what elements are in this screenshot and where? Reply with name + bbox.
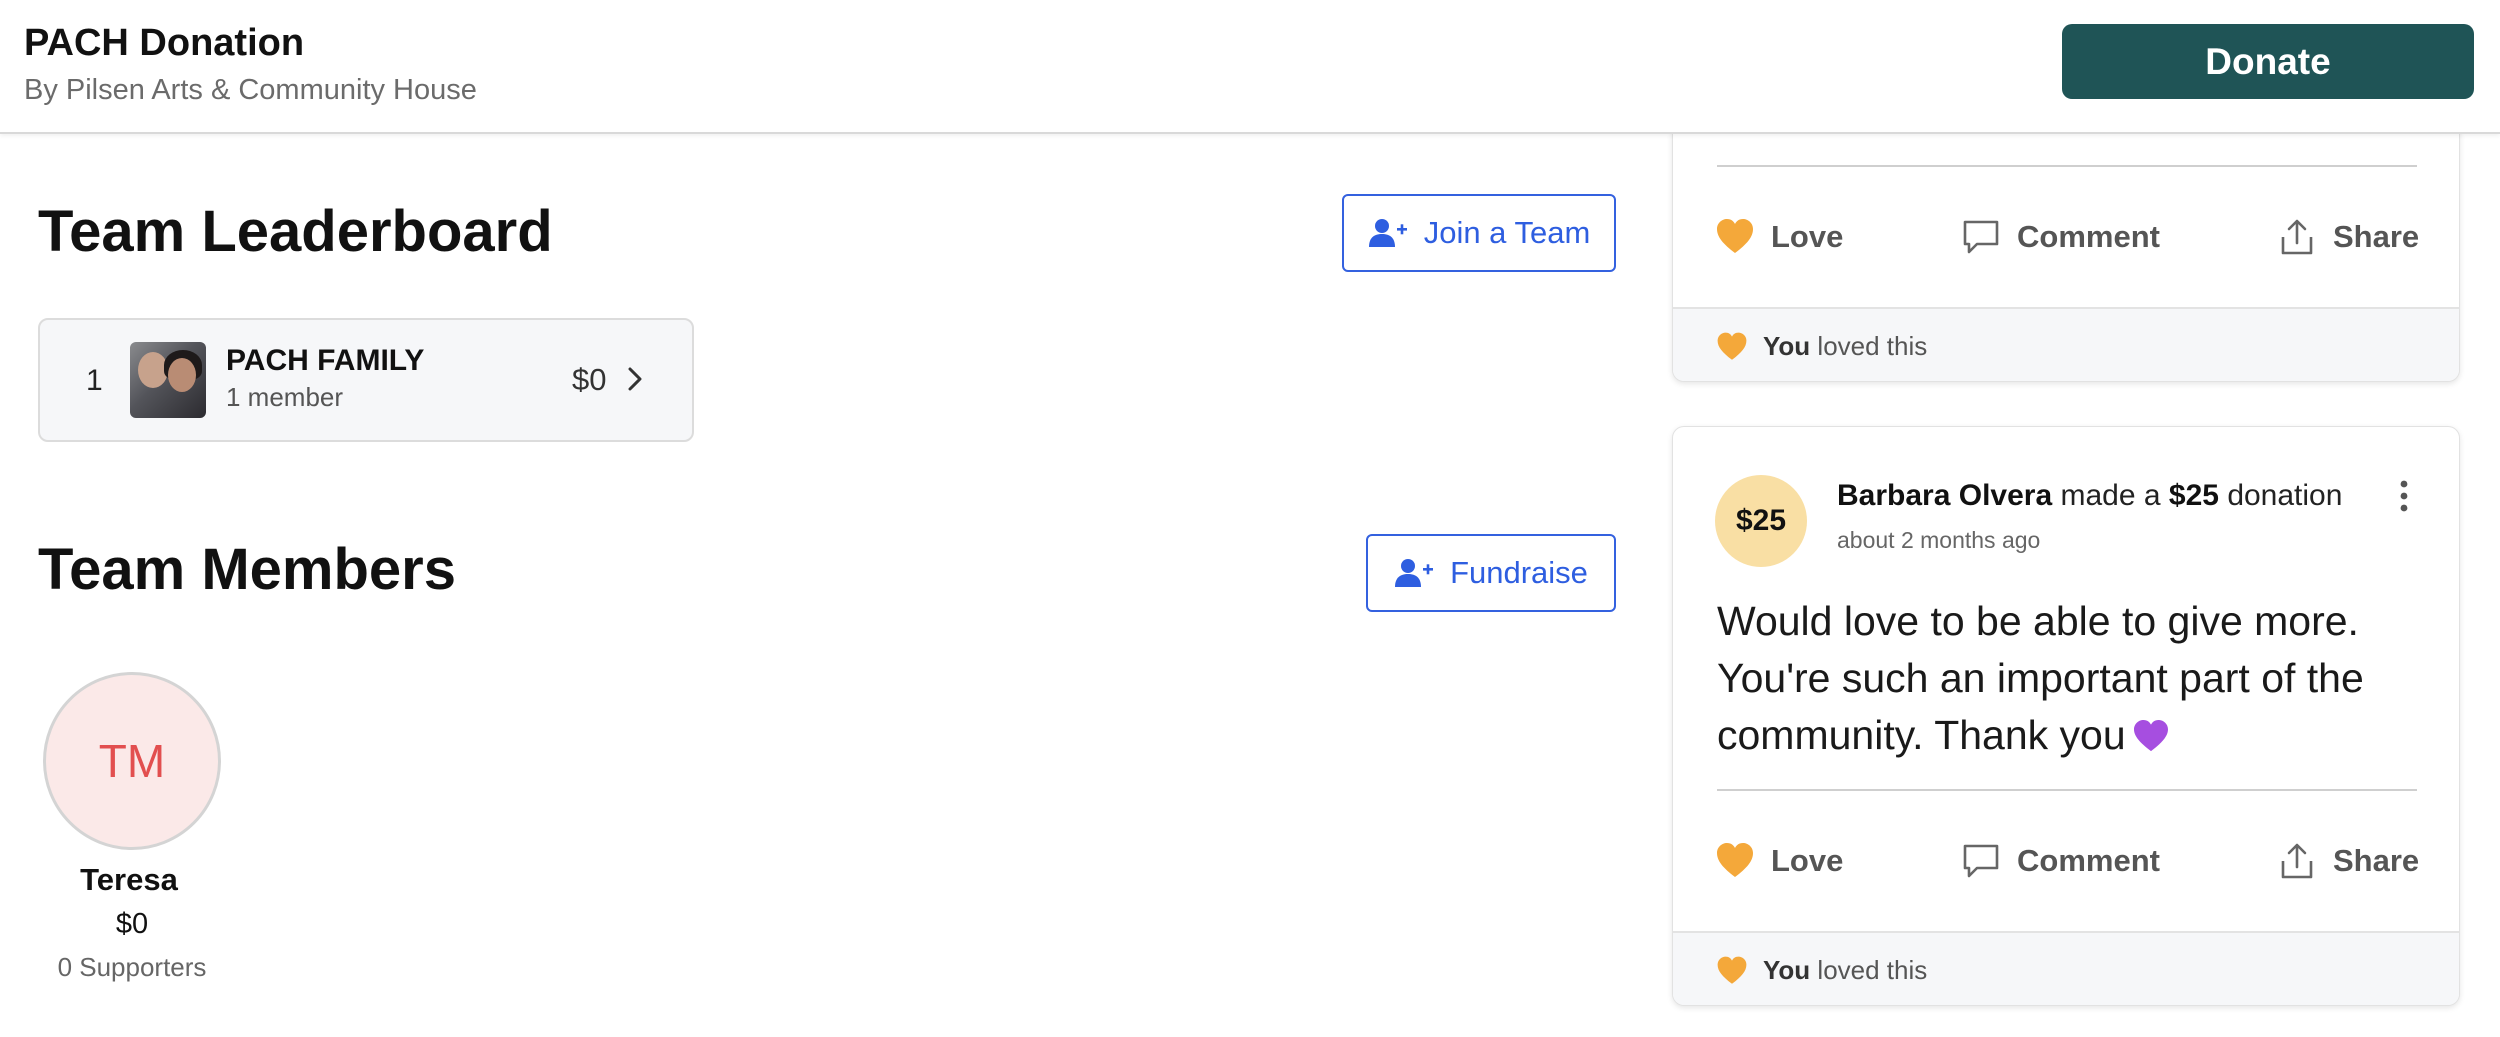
donation-text: donation bbox=[2227, 479, 2343, 512]
heart-icon bbox=[1717, 956, 1747, 984]
member-amount: $0 bbox=[115, 908, 149, 940]
comment-button[interactable]: Comment bbox=[1961, 831, 2160, 891]
team-name: PACH FAMILY bbox=[226, 344, 425, 377]
team-rank: 1 bbox=[86, 364, 103, 397]
add-user-icon bbox=[1395, 559, 1434, 587]
heart-icon bbox=[1717, 332, 1747, 360]
fundraise-label: Fundraise bbox=[1450, 555, 1588, 590]
donate-button[interactable]: Donate bbox=[2062, 24, 2474, 99]
donation-badge: $25 bbox=[1715, 475, 1807, 567]
top-header: PACH Donation By Pilsen Arts & Community… bbox=[0, 0, 2500, 134]
member-name: Teresa bbox=[80, 862, 178, 897]
comment-label: Comment bbox=[2017, 843, 2160, 878]
love-label: Love bbox=[1771, 219, 1844, 254]
chevron-right-icon bbox=[628, 367, 642, 391]
post-divider bbox=[1717, 789, 2417, 791]
member-avatar: TM bbox=[43, 672, 221, 850]
team-amount: $0 bbox=[572, 362, 607, 397]
comment-button[interactable]: Comment bbox=[1961, 207, 2160, 267]
love-label: Love bbox=[1771, 843, 1844, 878]
share-icon bbox=[2281, 843, 2313, 879]
fundraise-button[interactable]: Fundraise bbox=[1366, 534, 1616, 612]
donation-message: Would love to be able to give more. You'… bbox=[1717, 593, 2417, 764]
heart-icon bbox=[1717, 843, 1753, 877]
team-members-title: Team Members bbox=[38, 537, 456, 602]
post-actions: Love Comment Share bbox=[1673, 831, 2459, 891]
message-text: Would love to be able to give more. You'… bbox=[1717, 598, 2364, 758]
comment-icon bbox=[1963, 220, 1999, 254]
loved-status: You loved this bbox=[1673, 307, 2459, 381]
share-button[interactable]: Share bbox=[2277, 207, 2419, 267]
campaign-organizer[interactable]: By Pilsen Arts & Community House bbox=[24, 74, 477, 107]
share-button[interactable]: Share bbox=[2277, 831, 2419, 891]
campaign-title: PACH Donation bbox=[24, 22, 305, 64]
made-a-text: made a bbox=[2060, 479, 2161, 512]
loved-text: You loved this bbox=[1763, 955, 1928, 985]
share-icon bbox=[2281, 219, 2313, 255]
purple-heart-icon bbox=[2133, 719, 2168, 752]
leaderboard-row[interactable]: 1 PACH FAMILY 1 member $0 bbox=[38, 318, 694, 442]
love-button[interactable]: Love bbox=[1715, 207, 1843, 267]
more-options-icon[interactable] bbox=[2399, 479, 2409, 513]
feed-post: $25 Barbara Olvera made a $25 donation a… bbox=[1672, 426, 2460, 1006]
comment-icon bbox=[1963, 844, 1999, 878]
donation-summary: Barbara Olvera made a $25 donation bbox=[1837, 479, 2342, 513]
post-divider bbox=[1717, 165, 2417, 167]
join-team-label: Join a Team bbox=[1423, 215, 1591, 250]
team-member-count: 1 member bbox=[226, 382, 344, 412]
team-photo bbox=[130, 342, 206, 418]
comment-label: Comment bbox=[2017, 219, 2160, 254]
post-timestamp: about 2 months ago bbox=[1837, 527, 2041, 553]
loved-text: You loved this bbox=[1763, 331, 1928, 361]
share-label: Share bbox=[2333, 843, 2420, 878]
donation-amount: $25 bbox=[2168, 479, 2219, 512]
share-label: Share bbox=[2333, 219, 2420, 254]
donor-name: Barbara Olvera bbox=[1837, 479, 2053, 512]
team-member-card[interactable]: TM Teresa $0 0 Supporters bbox=[42, 672, 222, 982]
love-button[interactable]: Love bbox=[1715, 831, 1843, 891]
leaderboard-title: Team Leaderboard bbox=[38, 199, 553, 264]
join-team-button[interactable]: Join a Team bbox=[1342, 194, 1616, 272]
post-actions: Love Comment Share bbox=[1673, 207, 2459, 267]
add-user-icon bbox=[1368, 219, 1407, 247]
heart-icon bbox=[1717, 219, 1753, 253]
loved-status: You loved this bbox=[1673, 931, 2459, 1005]
member-supporters: 0 Supporters bbox=[57, 952, 207, 982]
